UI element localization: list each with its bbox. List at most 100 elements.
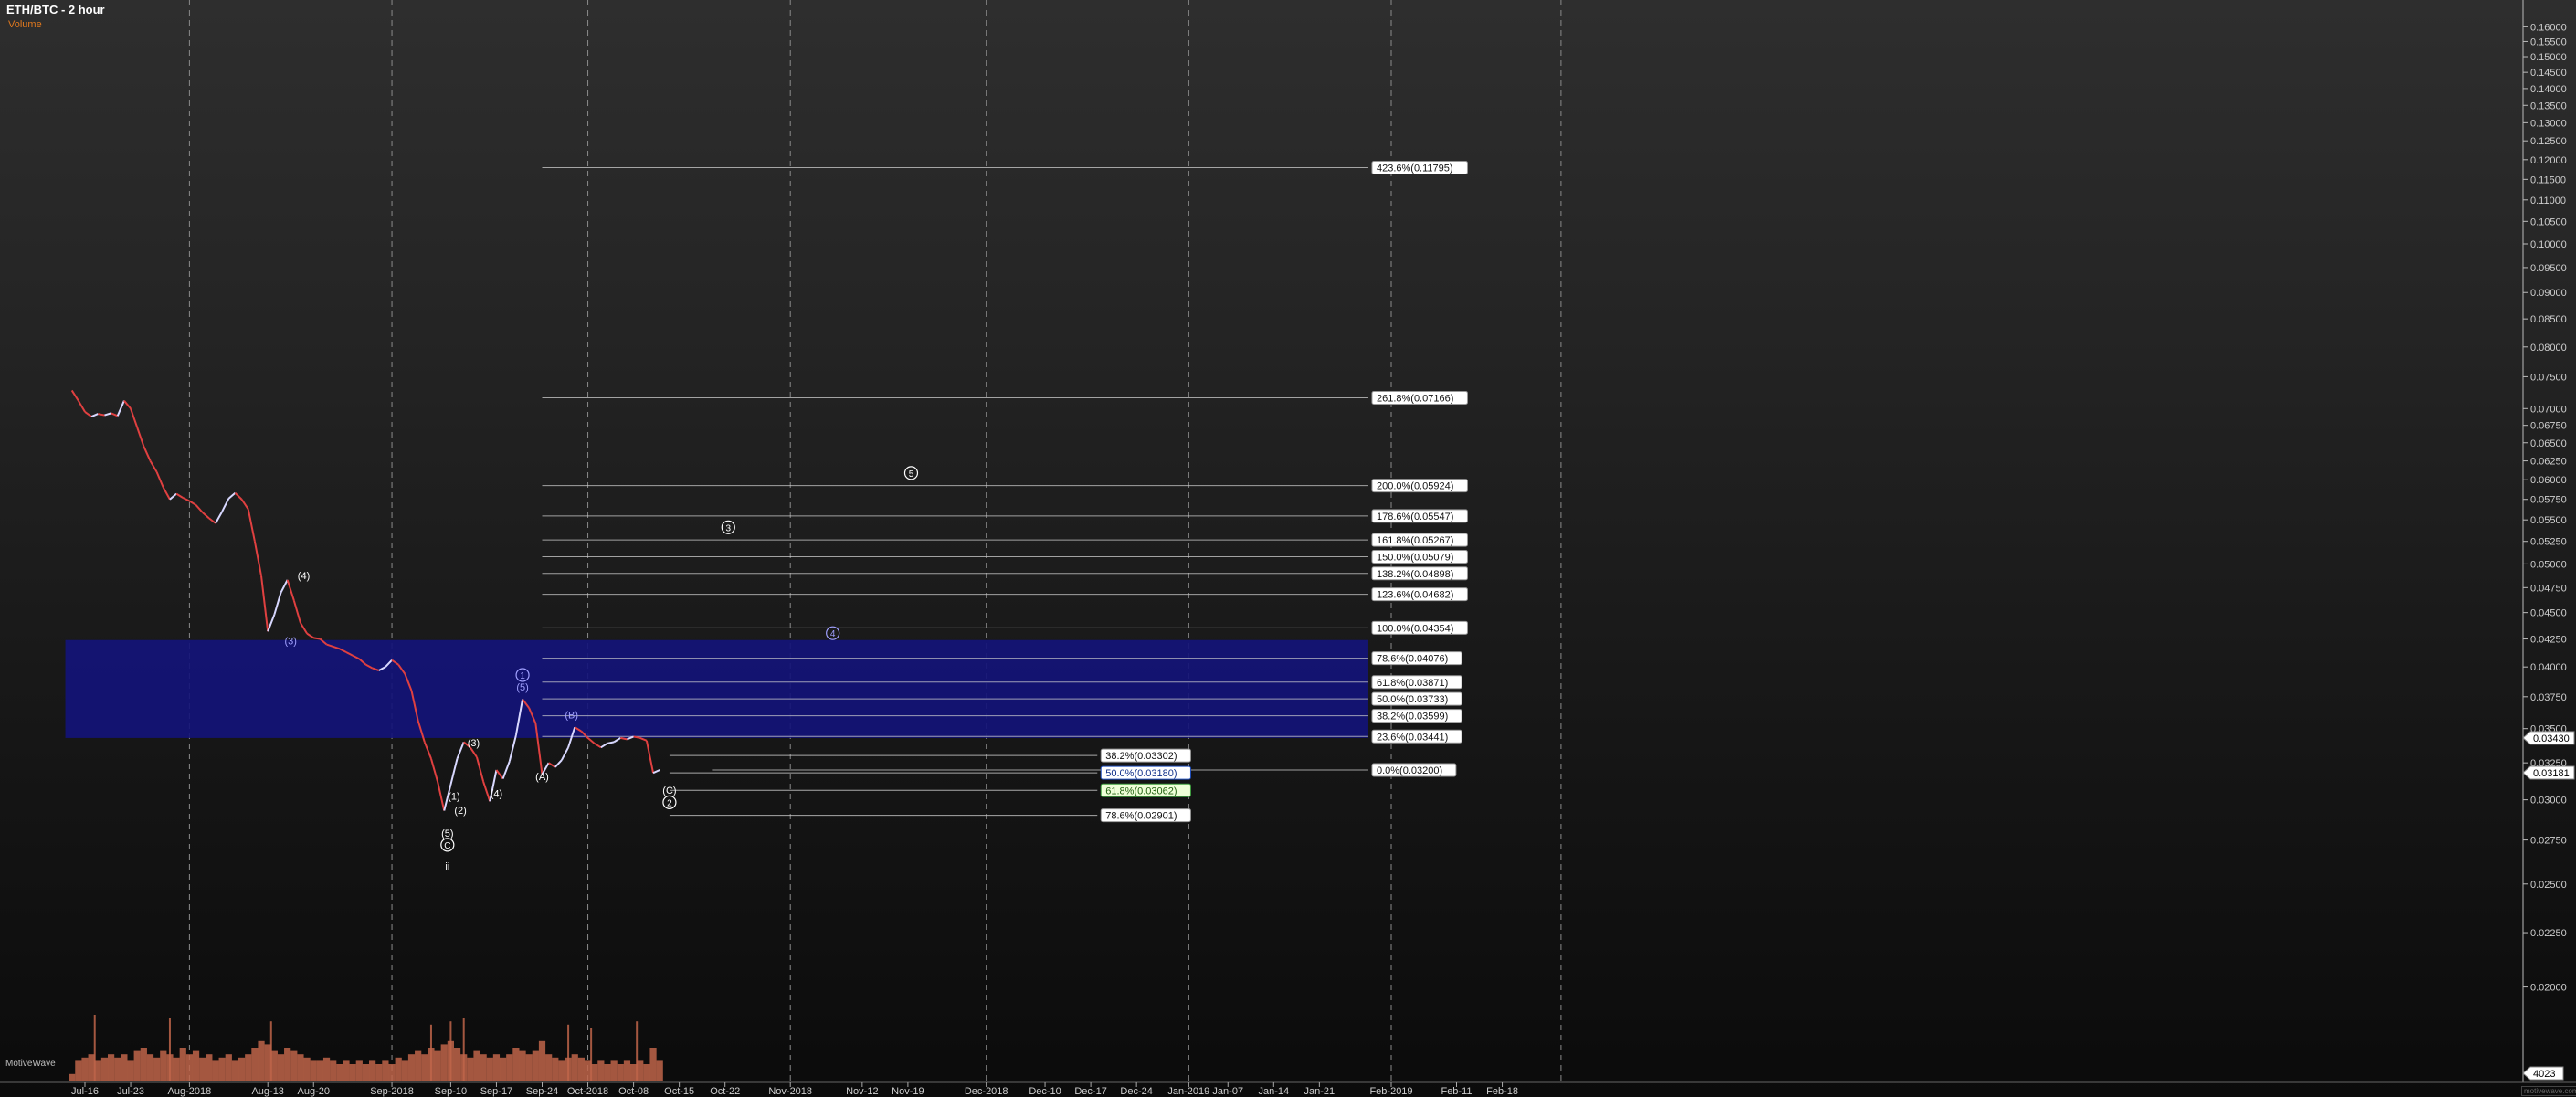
- price-segment: [437, 781, 446, 811]
- price-segment: [111, 412, 119, 417]
- volume-bar: [525, 1054, 533, 1081]
- fib-level-label: 123.6%(0.04682): [1377, 590, 1453, 601]
- volume-bar: [532, 1050, 539, 1081]
- price-segment: [234, 492, 243, 501]
- volume-bar: [453, 1048, 461, 1081]
- wave-label: 4: [830, 629, 836, 639]
- watermark: motivewave.com: [2521, 1086, 2576, 1096]
- volume-bar: [440, 1044, 448, 1081]
- price-axis-label: 0.15000: [2530, 52, 2567, 63]
- price-segment: [423, 741, 432, 759]
- volume-bar: [225, 1054, 232, 1081]
- price-segment: [482, 781, 491, 802]
- volume-bar: [185, 1054, 193, 1081]
- wave-label: (1): [448, 792, 459, 803]
- volume-bar: [643, 1064, 650, 1081]
- price-axis-label: 0.13500: [2530, 100, 2567, 111]
- price-segment: [639, 736, 648, 742]
- volume-bar: [238, 1057, 246, 1081]
- volume-bar: [637, 1060, 644, 1081]
- price-segment: [260, 575, 269, 632]
- volume-bar: [322, 1057, 331, 1081]
- price-segment: [208, 517, 216, 524]
- price-segment: [70, 389, 79, 402]
- wave-label: (B): [565, 710, 578, 721]
- target-zone: [65, 639, 1368, 738]
- price-axis-label: 0.12000: [2530, 155, 2567, 166]
- price-segment: [90, 413, 99, 417]
- volume-bar: [362, 1064, 370, 1081]
- price-axis-label: 0.05750: [2530, 495, 2567, 506]
- price-axis-label: 0.02000: [2530, 983, 2567, 994]
- volume-bar: [336, 1064, 343, 1081]
- volume-bar: [506, 1054, 513, 1081]
- volume-bar: [173, 1057, 180, 1081]
- fib-level-label: 100.0%(0.04354): [1377, 623, 1453, 634]
- time-axis-label: Jan-14: [1258, 1086, 1289, 1097]
- fib-level-label: 200.0%(0.05924): [1377, 481, 1453, 492]
- time-axis-label: Sep-24: [526, 1086, 558, 1097]
- volume-bar: [467, 1057, 474, 1081]
- volume-bar: [590, 1028, 593, 1081]
- price-segment: [149, 460, 158, 473]
- price-axis-label: 0.11000: [2530, 195, 2566, 206]
- price-segment: [286, 579, 295, 601]
- volume-bar: [146, 1054, 154, 1081]
- volume-bar: [349, 1064, 356, 1081]
- price-axis-label: 0.08500: [2530, 314, 2567, 325]
- wave-label: (2): [454, 806, 466, 817]
- fib-level-label: 38.2%(0.03599): [1377, 712, 1448, 723]
- price-axis-label: 0.10500: [2530, 216, 2567, 227]
- price-chart[interactable]: (4)(3)(1)(2)(3)(4)(5)1(A)(B)(5)Cii(C)234…: [0, 0, 2576, 1097]
- fib-level-label: 23.6%(0.03441): [1377, 732, 1448, 743]
- volume-bar: [100, 1057, 109, 1081]
- price-segment: [98, 413, 105, 417]
- volume-bar: [656, 1060, 663, 1081]
- fib-level-label: 61.8%(0.03871): [1377, 678, 1448, 689]
- volume-bar: [395, 1057, 402, 1081]
- price-segment: [561, 746, 569, 761]
- price-axis-label: 0.03750: [2530, 692, 2567, 703]
- time-axis-label: Aug-2018: [168, 1086, 212, 1097]
- volume-bar: [88, 1054, 95, 1081]
- volume-pane-label: MotiveWave: [5, 1059, 56, 1069]
- volume-bar: [623, 1060, 631, 1081]
- current-price-label: 0.03181: [2533, 768, 2570, 779]
- price-segment: [116, 400, 125, 417]
- chart-title: ETH/BTC - 2 hour: [6, 3, 105, 16]
- volume-bar: [310, 1060, 317, 1081]
- volume-bar: [567, 1024, 570, 1081]
- time-axis-label: Jan-21: [1304, 1086, 1336, 1097]
- price-axis-label: 0.11500: [2530, 174, 2566, 185]
- volume-bar: [192, 1050, 200, 1081]
- time-axis-label: Nov-19: [892, 1086, 924, 1097]
- volume-bar: [93, 1015, 96, 1081]
- price-segment: [470, 746, 478, 758]
- price-segment: [227, 491, 237, 500]
- price-axis-label: 0.10000: [2530, 239, 2567, 250]
- fib-retrace-label: 78.6%(0.02901): [1105, 811, 1177, 822]
- fib-level-label: 138.2%(0.04898): [1377, 569, 1453, 580]
- price-segment: [123, 400, 132, 409]
- volume-bar: [218, 1057, 226, 1081]
- price-segment: [449, 758, 459, 786]
- volume-bar: [636, 1021, 639, 1081]
- wave-label: (3): [284, 637, 296, 648]
- volume-bar: [168, 1018, 171, 1081]
- volume-bar: [75, 1060, 82, 1081]
- price-segment: [548, 762, 556, 768]
- price-segment: [77, 400, 86, 413]
- price-axis-label: 0.14500: [2530, 68, 2567, 79]
- price-axis-label: 0.05000: [2530, 559, 2567, 570]
- chart-root: (4) (3) (1) (2) (3) (4) (5) 1 (A) (B) (5) Cii (C) 2 3 4…: [0, 0, 2576, 1097]
- fib-retrace-label: 50.0%(0.03180): [1105, 768, 1177, 779]
- price-segment: [188, 500, 197, 506]
- volume-bar: [415, 1050, 422, 1081]
- price-axis-label: 0.08000: [2530, 343, 2567, 353]
- fib-level-label: 50.0%(0.03733): [1377, 694, 1448, 705]
- volume-bar: [375, 1064, 383, 1081]
- price-axis-label: 0.04500: [2530, 608, 2567, 619]
- price-segment: [253, 541, 263, 576]
- volume-bar: [604, 1064, 611, 1081]
- fib-level-label: 178.6%(0.05547): [1377, 512, 1453, 522]
